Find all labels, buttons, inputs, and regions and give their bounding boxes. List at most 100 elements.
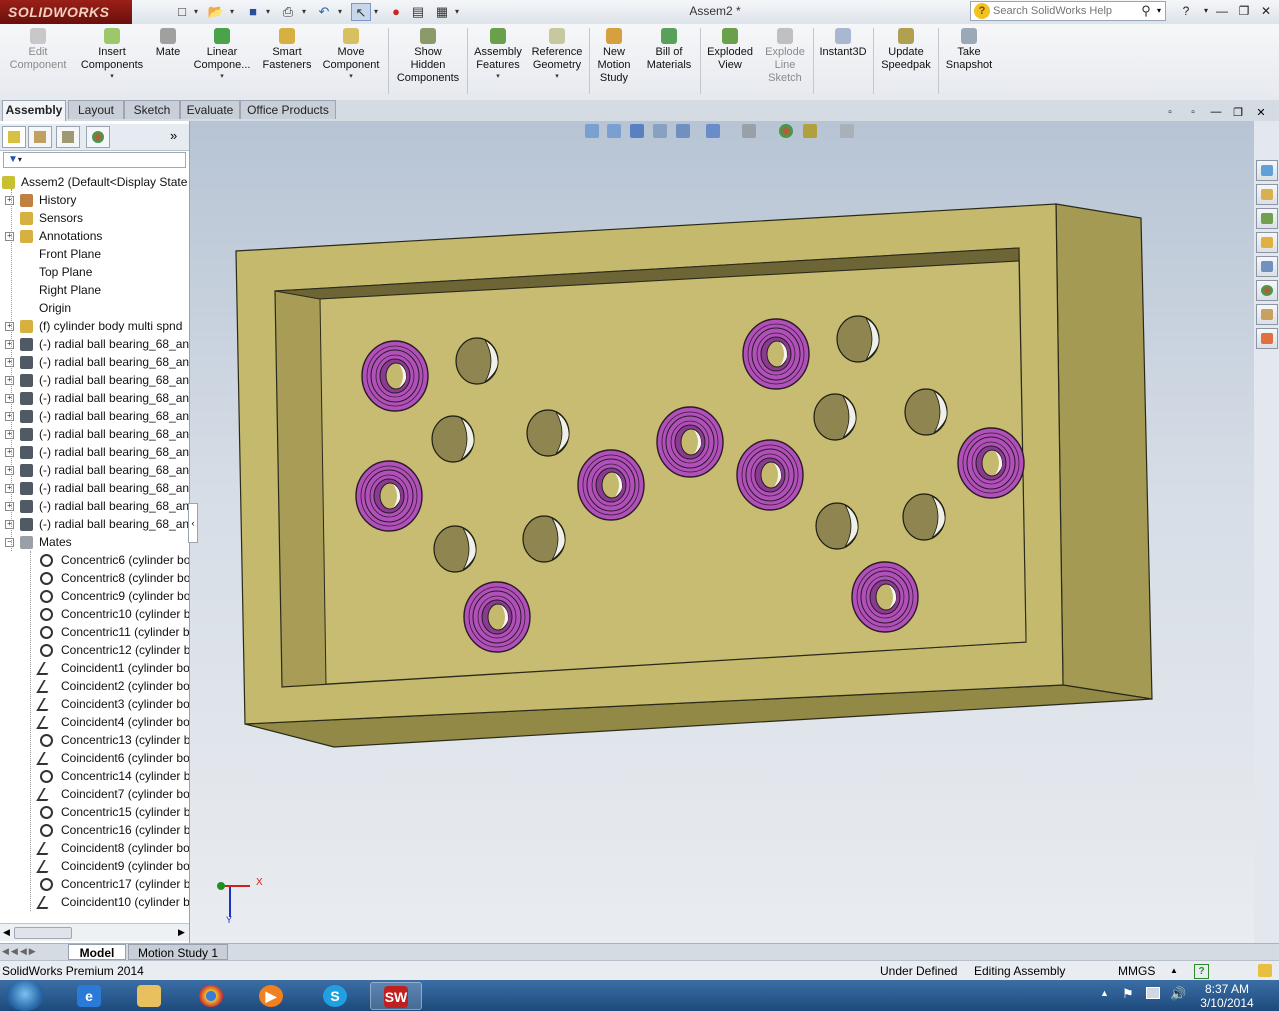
bore-hole[interactable] (813, 393, 857, 441)
smart-fasteners-button[interactable]: Smart Fasteners (258, 28, 316, 72)
edit-component-button[interactable]: Edit Component (4, 28, 72, 72)
expand-toggle-icon[interactable]: + (5, 232, 14, 241)
open-folder-icon[interactable]: 📂 (206, 3, 226, 21)
tree-item[interactable]: + (-) radial ball bearing_68_an (0, 389, 189, 407)
scroll-thumb[interactable] (14, 927, 72, 939)
bore-hole[interactable] (836, 315, 880, 363)
taskbar-skype[interactable]: S (310, 982, 362, 1010)
search-dropdown-icon[interactable]: ▾ (1157, 2, 1165, 20)
help-status-icon[interactable]: ? (1194, 964, 1209, 979)
new-motion-study-button[interactable]: New Motion Study (592, 28, 636, 85)
mate-item[interactable]: Coincident3 (cylinder bo (0, 695, 189, 713)
bore-hole[interactable] (904, 388, 948, 436)
radial-ball-bearing[interactable] (361, 340, 429, 412)
tree-item[interactable]: + (-) radial ball bearing_68_an (0, 497, 189, 515)
insert-components-dropdown-icon[interactable]: ▾ (76, 72, 148, 81)
status-units[interactable]: MMGS (1118, 961, 1155, 981)
expand-toggle-icon[interactable]: + (5, 466, 14, 475)
tab-scroll-arrows-icon[interactable]: ◀◀◀▶ (2, 946, 38, 957)
taskbar-media-player[interactable]: ▶ (246, 982, 298, 1010)
tray-show-hidden-icon[interactable]: ▲ (1100, 988, 1109, 998)
graphics-area[interactable]: X Y (190, 121, 1254, 943)
options-icon[interactable]: ▦ (432, 3, 452, 21)
view-palette-tab[interactable] (1256, 256, 1278, 277)
mate-item[interactable]: Concentric9 (cylinder bo (0, 587, 189, 605)
volume-icon[interactable]: 🔊 (1170, 986, 1186, 1002)
mate-item[interactable]: Coincident2 (cylinder bo (0, 677, 189, 695)
bore-hole[interactable] (433, 525, 477, 573)
action-center-flag-icon[interactable]: ⚑ (1122, 986, 1134, 1002)
expand-panel-icon[interactable]: » (170, 128, 177, 143)
tree-item[interactable]: Sensors (0, 209, 189, 227)
mate-item[interactable]: Coincident6 (cylinder bo (0, 749, 189, 767)
rebuild-traffic-light-icon[interactable]: ● (386, 3, 406, 21)
radial-ball-bearing[interactable] (736, 439, 804, 511)
expand-toggle-icon[interactable]: + (5, 412, 14, 421)
mate-item[interactable]: Coincident9 (cylinder bo (0, 857, 189, 875)
tab-motion-study-1[interactable]: Motion Study 1 (128, 944, 228, 960)
system-clock[interactable]: 8:37 AM 3/10/2014 (1196, 982, 1258, 1010)
expand-toggle-icon[interactable]: + (5, 430, 14, 439)
expand-toggle-icon[interactable]: + (5, 196, 14, 205)
toolbox-tab[interactable] (1256, 208, 1278, 229)
collapse-right-icon[interactable]: ▫ (1185, 107, 1201, 121)
rebuild-status-icon[interactable] (1258, 964, 1272, 977)
tab-configurationmanager[interactable] (56, 126, 80, 148)
tree-item[interactable]: + (-) radial ball bearing_68_an (0, 479, 189, 497)
taskbar-file-explorer[interactable] (124, 982, 176, 1010)
tree-item[interactable]: Right Plane (0, 281, 189, 299)
tab-sketch[interactable]: Sketch (124, 100, 180, 119)
mate-item[interactable]: Concentric14 (cylinder b (0, 767, 189, 785)
tree-item[interactable]: + (-) radial ball bearing_68_an (0, 371, 189, 389)
radial-ball-bearing[interactable] (851, 561, 919, 633)
bore-hole[interactable] (522, 515, 566, 563)
expand-toggle-icon[interactable]: + (5, 484, 14, 493)
close-window-button[interactable]: ✕ (1256, 2, 1276, 20)
tree-item[interactable]: Origin (0, 299, 189, 317)
linear-pattern-dropdown-icon[interactable]: ▾ (188, 72, 256, 81)
radial-ball-bearing[interactable] (463, 581, 531, 653)
exploded-view-button[interactable]: Exploded View (703, 28, 757, 72)
options-dropdown-icon[interactable]: ▾ (455, 3, 463, 21)
mate-item[interactable]: Concentric12 (cylinder b (0, 641, 189, 659)
mate-item[interactable]: Coincident10 (cylinder b (0, 893, 189, 911)
collapse-toggle-icon[interactable]: − (5, 538, 14, 547)
tab-propertymanager[interactable] (28, 126, 52, 148)
expand-toggle-icon[interactable]: + (5, 376, 14, 385)
tree-item[interactable]: + (-) radial ball bearing_68_an (0, 407, 189, 425)
tab-assembly[interactable]: Assembly (2, 100, 66, 121)
update-speedpak-button[interactable]: Update Speedpak (876, 28, 936, 72)
restore-window-button[interactable]: ❐ (1234, 2, 1254, 20)
open-dropdown-icon[interactable]: ▾ (230, 3, 238, 21)
tree-item[interactable]: + History (0, 191, 189, 209)
assembly-features-dropdown-icon[interactable]: ▾ (470, 72, 526, 81)
expand-toggle-icon[interactable]: + (5, 502, 14, 511)
tree-item[interactable]: + (-) radial ball bearing_68_an (0, 425, 189, 443)
tree-item[interactable]: + Annotations (0, 227, 189, 245)
scroll-right-icon[interactable]: ▶ (178, 927, 185, 938)
bore-hole[interactable] (455, 337, 499, 385)
doc-restore-button[interactable]: ❐ (1230, 106, 1246, 120)
print-dropdown-icon[interactable]: ▾ (302, 3, 310, 21)
print-icon[interactable]: ⎙ (278, 3, 298, 21)
new-document-icon[interactable]: □ (172, 3, 192, 21)
mate-item[interactable]: Coincident4 (cylinder bo (0, 713, 189, 731)
assembly-features-button[interactable]: Assembly Features ▾ (470, 28, 526, 81)
tree-item[interactable]: + (-) radial ball bearing_68_an (0, 353, 189, 371)
reference-geometry-dropdown-icon[interactable]: ▾ (528, 72, 586, 81)
tab-layout[interactable]: Layout (68, 100, 124, 119)
expand-toggle-icon[interactable]: + (5, 448, 14, 457)
file-explorer-tab[interactable] (1256, 232, 1278, 253)
taskbar-solidworks[interactable]: SW (370, 982, 422, 1010)
horizontal-scrollbar[interactable]: ◀ ▶ (0, 923, 189, 941)
save-dropdown-icon[interactable]: ▾ (266, 3, 274, 21)
tree-item[interactable]: + (-) radial ball bearing_68_an (0, 461, 189, 479)
expand-toggle-icon[interactable]: + (5, 340, 14, 349)
mate-item[interactable]: Concentric13 (cylinder b (0, 731, 189, 749)
collapse-left-icon[interactable]: ▫ (1162, 107, 1178, 121)
move-component-button[interactable]: Move Component ▾ (318, 28, 384, 81)
tab-evaluate[interactable]: Evaluate (180, 100, 240, 119)
select-dropdown-icon[interactable]: ▾ (374, 3, 382, 21)
explode-line-sketch-button[interactable]: Explode Line Sketch (759, 28, 811, 85)
scroll-left-icon[interactable]: ◀ (3, 927, 10, 938)
